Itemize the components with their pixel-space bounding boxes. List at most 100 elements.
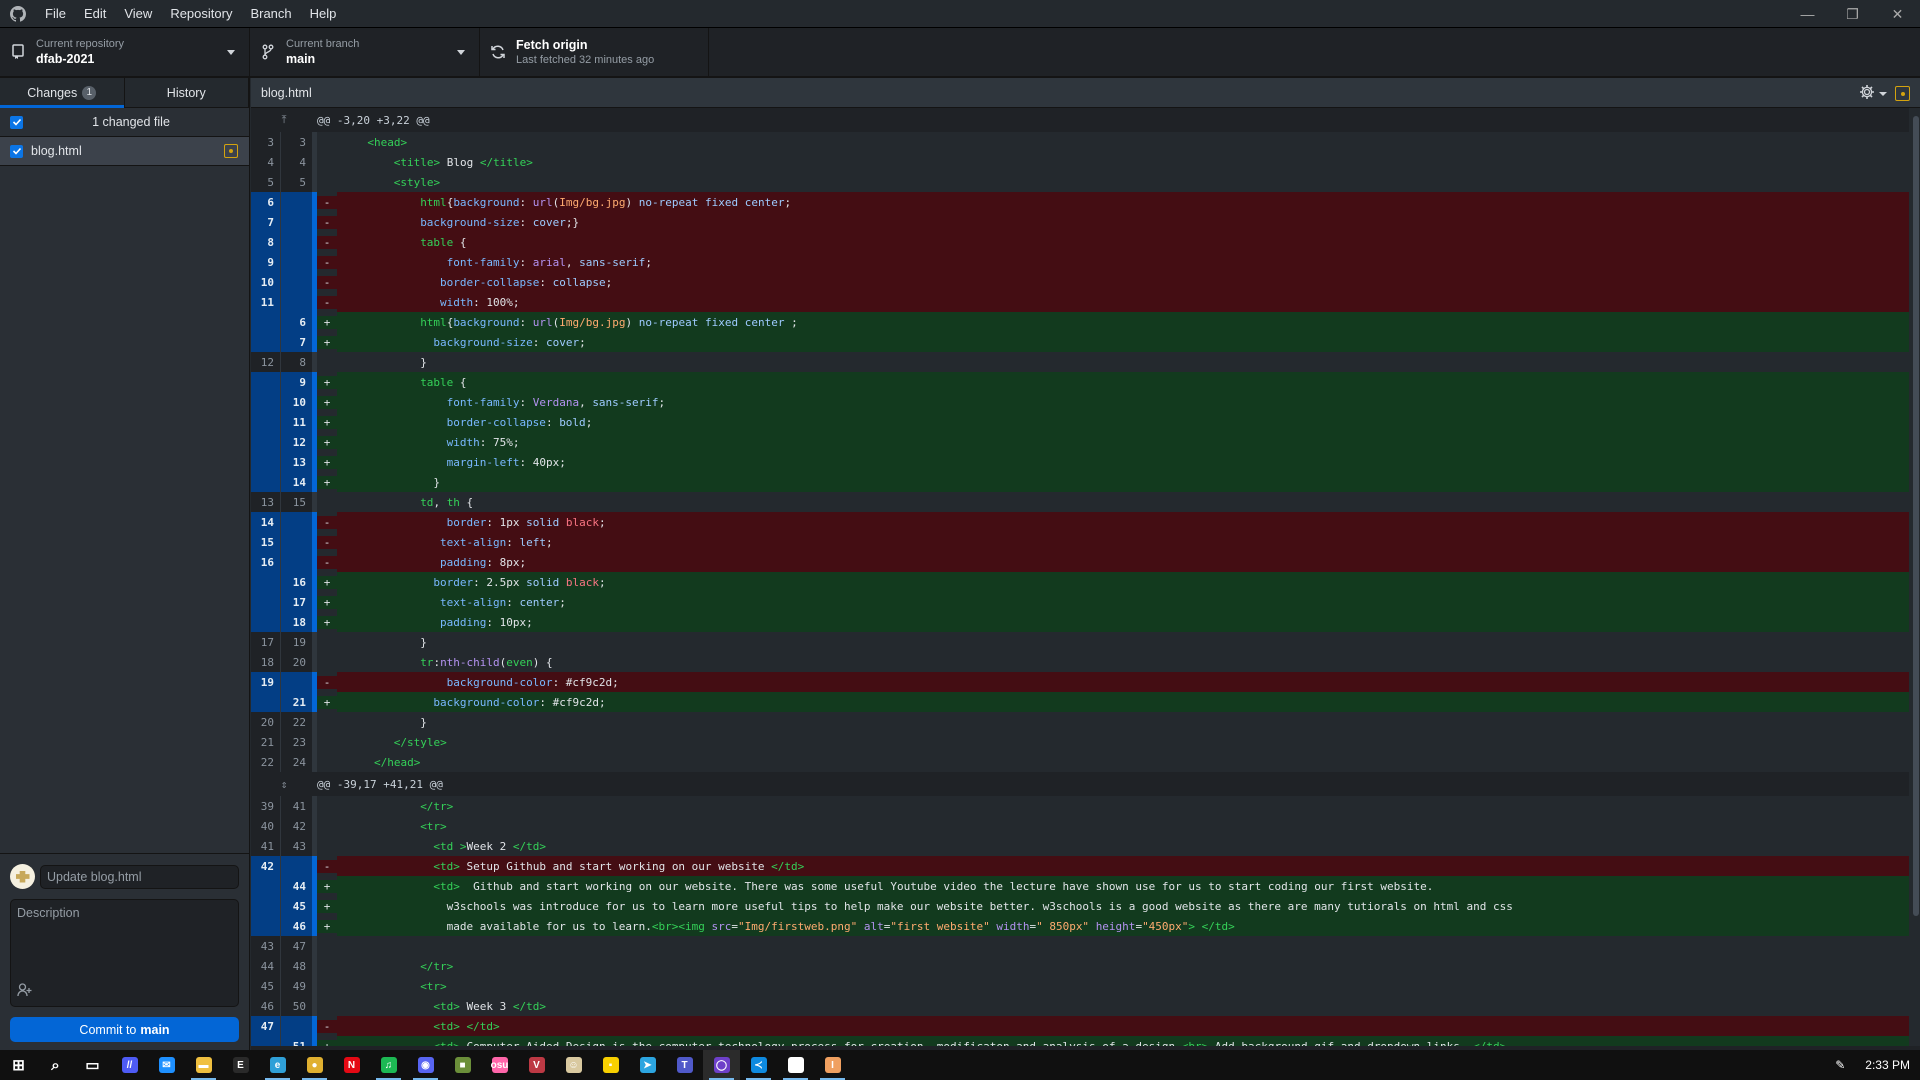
taskbar-epic-games[interactable]: E (222, 1050, 259, 1080)
diff-line-removed[interactable]: 16- padding: 8px; (251, 552, 1909, 572)
diff-line-added[interactable]: 12 + width: 75%; (251, 432, 1909, 452)
diff-line-context[interactable]: 44 48 </tr> (251, 956, 1909, 976)
diff-line-context[interactable]: 40 42 <tr> (251, 816, 1909, 836)
vertical-scrollbar[interactable] (1913, 116, 1919, 916)
diff-line-context[interactable]: 20 22 } (251, 712, 1909, 732)
gear-icon[interactable] (1859, 84, 1875, 103)
taskbar-telegram[interactable]: ➤ (629, 1050, 666, 1080)
hunk-header[interactable]: ⤒ @@ -3,20 +3,22 @@ (251, 108, 1909, 132)
current-repository-dropdown[interactable]: Current repository dfab-2021 (0, 28, 250, 76)
diff-line-removed[interactable]: 15- text-align: left; (251, 532, 1909, 552)
chevron-down-icon[interactable] (1879, 91, 1887, 96)
diff-line-removed[interactable]: 11- width: 100%; (251, 292, 1909, 312)
taskbar-app-1[interactable]: // (111, 1050, 148, 1080)
tab-changes[interactable]: Changes 1 (0, 78, 125, 108)
code-text: table { (337, 232, 1909, 252)
commit-description-input[interactable]: Description (10, 899, 239, 1007)
taskbar-file-explorer[interactable]: ▬ (185, 1050, 222, 1080)
taskbar-mail[interactable]: ✉ (148, 1050, 185, 1080)
diff-line-removed[interactable]: 19- background-color: #cf9c2d; (251, 672, 1909, 692)
diff-line-added[interactable]: 6 + html{background: url(Img/bg.jpg) no-re… (251, 312, 1909, 332)
taskbar-chrome[interactable]: ● (296, 1050, 333, 1080)
menu-file[interactable]: File (36, 0, 75, 28)
diff-line-context[interactable]: 18 20 tr: nth-child(even) { (251, 652, 1909, 672)
taskbar-task-view[interactable]: ▭ (74, 1050, 111, 1080)
taskbar-search[interactable]: ⌕ (37, 1050, 74, 1080)
clock[interactable]: 2:33 PM (1865, 1058, 1910, 1072)
diff-line-added[interactable]: 13 + margin-left: 40px; (251, 452, 1909, 472)
taskbar-start[interactable]: ⊞ (0, 1050, 37, 1080)
diff-line-context[interactable]: 33 <head> (251, 132, 1909, 152)
diff-line-removed[interactable]: 6- html{background: url(Img/bg.jpg) no-re… (251, 192, 1909, 212)
diff-line-added[interactable]: 17 + text-align: center; (251, 592, 1909, 612)
diff-line-context[interactable]: 55 <style> (251, 172, 1909, 192)
diff-line-added[interactable]: 7 + background-size: cover; (251, 332, 1909, 352)
diff-line-removed[interactable]: 10- border-collapse: collapse; (251, 272, 1909, 292)
expand-both-icon[interactable]: ⇕ (251, 772, 317, 796)
diff-line-context[interactable]: 46 50 <td> Week 3 </td> (251, 996, 1909, 1016)
diff-line-context[interactable]: 39 41 </tr> (251, 796, 1909, 816)
diff-line-added[interactable]: 44 + <td> Github and start working on our … (251, 876, 1909, 896)
diff-line-removed[interactable]: 8- table { (251, 232, 1909, 252)
menu-edit[interactable]: Edit (75, 0, 115, 28)
select-all-checkbox[interactable] (10, 115, 23, 129)
diff-line-removed[interactable]: 42- <td> Setup Github and start working o… (251, 856, 1909, 876)
commit-button[interactable]: Commit to main (10, 1017, 239, 1042)
diff-line-added[interactable]: 21 + background-color: #cf9c2d; (251, 692, 1909, 712)
diff-line-context[interactable]: 45 49 <tr> (251, 976, 1909, 996)
diff-line-removed[interactable]: 7- background-size: cover;} (251, 212, 1909, 232)
diff-line-context[interactable]: 41 43 <td > Week 2 </td> (251, 836, 1909, 856)
diff-line-context[interactable]: 22 24 </head> (251, 752, 1909, 772)
close-button[interactable]: ✕ (1875, 0, 1920, 28)
taskbar-obs[interactable]: ◎ (777, 1050, 814, 1080)
menu-branch[interactable]: Branch (241, 0, 300, 28)
diff-line-added[interactable]: 10 + font-family: Verdana, sans-serif; (251, 392, 1909, 412)
diff-line-context[interactable]: 43 47 (251, 936, 1909, 956)
commit-summary-input[interactable]: Update blog.html (40, 864, 239, 889)
taskbar-valorant[interactable]: V (518, 1050, 555, 1080)
taskbar-vscode[interactable]: ≺ (740, 1050, 777, 1080)
taskbar-spotify[interactable]: ♫ (370, 1050, 407, 1080)
menu-view[interactable]: View (115, 0, 161, 28)
diff-line-context[interactable]: 44 <title> Blog </title> (251, 152, 1909, 172)
menu-repository[interactable]: Repository (161, 0, 241, 28)
taskbar-netflix[interactable]: N (333, 1050, 370, 1080)
expand-up-icon[interactable]: ⤒ (251, 108, 317, 132)
diff-line-context[interactable]: 12 8 } (251, 352, 1909, 372)
tab-history[interactable]: History (125, 78, 249, 107)
diff-line-added[interactable]: 11 + border-collapse: bold; (251, 412, 1909, 432)
taskbar-anime-app[interactable]: ☺ (555, 1050, 592, 1080)
restore-button[interactable]: ❐ (1830, 0, 1875, 28)
diff-line-context[interactable]: 17 19 } (251, 632, 1909, 652)
code-token: { (459, 495, 474, 509)
taskbar-edge[interactable]: e (259, 1050, 296, 1080)
diff-line-added[interactable]: 14 +} (251, 472, 1909, 492)
diff-line-added[interactable]: 45 + w3schools was introduce for us to lea… (251, 896, 1909, 916)
diff-line-context[interactable]: 13 15 td, th { (251, 492, 1909, 512)
add-coauthor-icon[interactable] (17, 983, 33, 1000)
hunk-header[interactable]: ⇕ @@ -39,17 +41,21 @@ (251, 772, 1909, 796)
pen-icon[interactable]: ✎ (1835, 1058, 1845, 1072)
file-checkbox[interactable] (10, 144, 23, 158)
taskbar-sticky-notes[interactable]: ▪ (592, 1050, 629, 1080)
diff-line-context[interactable]: 21 23 </style> (251, 732, 1909, 752)
diff-line-removed[interactable]: 14- border: 1px solid black; (251, 512, 1909, 532)
taskbar-osu[interactable]: osu (481, 1050, 518, 1080)
taskbar-teams[interactable]: T (666, 1050, 703, 1080)
taskbar-app-last[interactable]: I (814, 1050, 851, 1080)
diff-line-added[interactable]: 16 + border: 2.5px solid black; (251, 572, 1909, 592)
diff-line-removed[interactable]: 47- <td> </td> (251, 1016, 1909, 1036)
file-list-item[interactable]: blog.html (0, 137, 249, 166)
fetch-origin-button[interactable]: Fetch origin Last fetched 32 minutes ago (480, 28, 709, 76)
old-line-number: 47 (251, 1016, 281, 1036)
current-branch-dropdown[interactable]: Current branch main (250, 28, 480, 76)
minimize-button[interactable]: — (1785, 0, 1830, 28)
taskbar-discord[interactable]: ◉ (407, 1050, 444, 1080)
diff-line-added[interactable]: 46 + made available for us to learn. <br><i… (251, 916, 1909, 936)
taskbar-minecraft[interactable]: ■ (444, 1050, 481, 1080)
menu-help[interactable]: Help (301, 0, 346, 28)
diff-line-removed[interactable]: 9- font-family: arial, sans-serif; (251, 252, 1909, 272)
diff-line-added[interactable]: 9 + table { (251, 372, 1909, 392)
diff-line-added[interactable]: 18 + padding: 10px; (251, 612, 1909, 632)
taskbar-github-desktop[interactable]: ◯ (703, 1050, 740, 1080)
